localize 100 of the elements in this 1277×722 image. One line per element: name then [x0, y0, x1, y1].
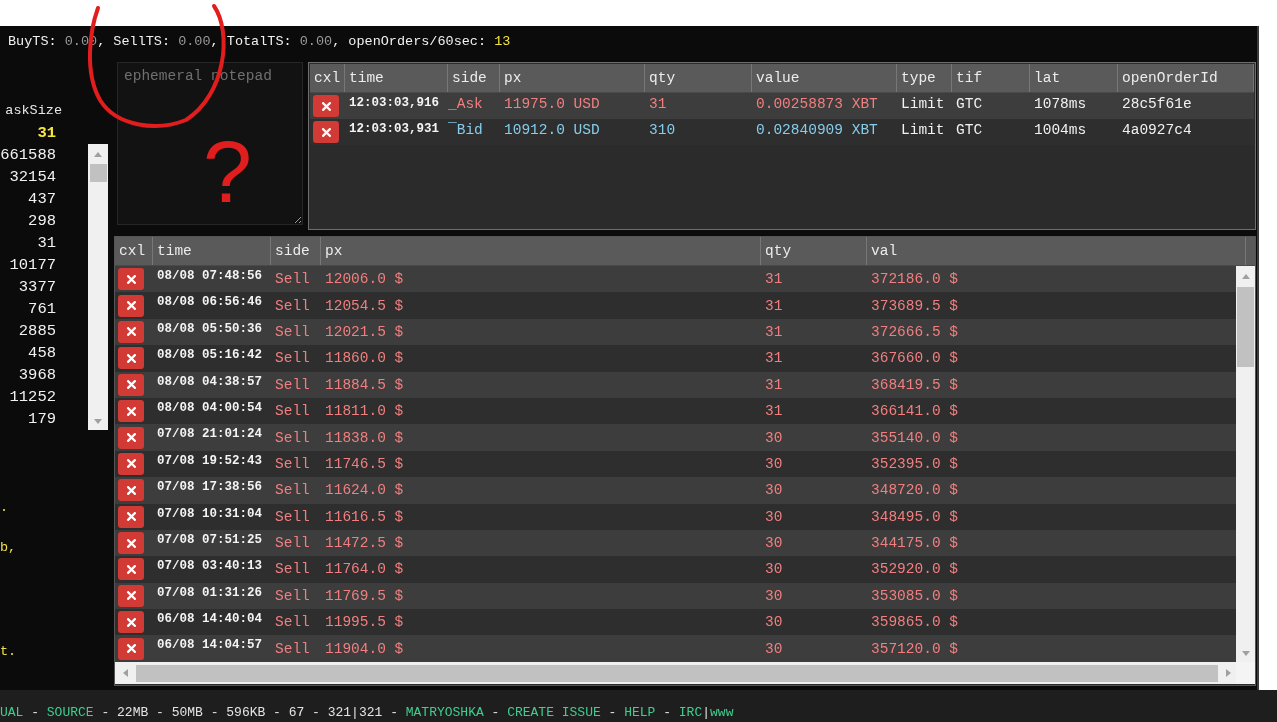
price-cell-text: 11616.5 $: [324, 508, 405, 525]
cancel-button[interactable]: [118, 426, 144, 449]
side-cell-text: Sell: [274, 614, 311, 631]
time-cell-text: 07/08 10:31:04: [156, 505, 264, 521]
order-id-cell-text: 28c5f61e: [1121, 95, 1193, 112]
cancel-button[interactable]: [118, 452, 144, 475]
value-cell-text: 367660.0 $: [870, 350, 959, 367]
x-icon: [321, 127, 331, 137]
footer-link[interactable]: UAL: [0, 705, 24, 720]
x-icon: [126, 353, 136, 363]
ask-size-value: 2885: [17, 321, 57, 342]
time-cell-text: 08/08 07:48:56: [156, 268, 264, 283]
vertical-scrollbar[interactable]: [1236, 266, 1255, 662]
side-cell-text: Sell: [274, 587, 311, 604]
quantity-cell-text: 310: [648, 121, 677, 138]
x-icon: [126, 538, 136, 548]
ask-size-value: 3968: [17, 365, 57, 386]
vertical-scrollbar[interactable]: [88, 144, 108, 430]
price-cell-text: 10912.0 USD: [503, 121, 601, 138]
time-cell-text: 07/08 01:31:26: [156, 584, 264, 600]
cancel-button[interactable]: [118, 294, 144, 317]
footer-link[interactable]: MATRYOSHKA: [405, 705, 484, 720]
price-cell-text: 12021.5 $: [324, 323, 405, 340]
value-cell-text: 368419.5 $: [870, 376, 959, 393]
scrollbar-thumb[interactable]: [1237, 287, 1254, 367]
column-header: tif: [952, 64, 1030, 92]
footer-link[interactable]: HELP: [624, 705, 656, 720]
cancel-button[interactable]: [118, 373, 144, 396]
footer-link[interactable]: IRC: [678, 705, 703, 720]
value-cell-text: 357120.0 $: [870, 640, 959, 657]
quantity-cell-text: 30: [764, 482, 784, 499]
cancel-button[interactable]: [118, 584, 144, 607]
cancel-button[interactable]: [118, 400, 144, 423]
footer-separator: -: [272, 705, 282, 720]
side-cell-text: Sell: [274, 482, 311, 499]
cancel-button[interactable]: [313, 121, 339, 143]
x-icon: [126, 301, 136, 311]
ask-size-value: 761: [27, 299, 57, 320]
separator-text: ,: [210, 34, 219, 49]
price-cell-text: 11746.5 $: [324, 455, 405, 472]
ask-size-value: 31: [36, 233, 57, 254]
cancel-button[interactable]: [118, 558, 144, 581]
quantity-cell-text: 30: [764, 587, 784, 604]
scrollbar-thumb[interactable]: [89, 164, 107, 182]
cancel-button[interactable]: [118, 532, 144, 555]
quantity-cell-text: 31: [764, 403, 784, 420]
cancel-button[interactable]: [118, 637, 144, 660]
column-header: askSize: [4, 102, 62, 120]
x-icon: [126, 274, 136, 284]
horizontal-scrollbar[interactable]: [115, 662, 1236, 684]
time-cell-text: 12:03:03,931: [348, 121, 440, 136]
stat-label: BuyTS:: [8, 34, 57, 49]
x-icon: [126, 433, 136, 443]
side-cell-text: Sell: [274, 323, 311, 340]
x-icon: [126, 617, 136, 627]
cancel-button[interactable]: [118, 268, 144, 291]
time-cell-text: 08/08 04:00:54: [156, 399, 264, 415]
time-cell-text: 08/08 06:56:46: [156, 294, 264, 310]
column-header: cxl: [115, 237, 153, 265]
time-cell-text: 07/08 03:40:13: [156, 558, 264, 574]
side-cell-text: Sell: [274, 561, 311, 578]
ask-size-value: 298: [27, 211, 57, 232]
footer-link[interactable]: SOURCE: [46, 705, 94, 720]
cancel-button[interactable]: [313, 95, 339, 117]
type-cell-text: Limit: [900, 95, 946, 112]
scrollbar-thumb[interactable]: [136, 664, 1218, 682]
x-icon: [321, 101, 331, 111]
x-icon: [126, 591, 136, 601]
x-icon: [126, 406, 136, 416]
price-cell-text: 11995.5 $: [324, 614, 405, 631]
quantity-cell-text: 31: [764, 271, 784, 288]
quantity-cell-text: 30: [764, 561, 784, 578]
cancel-button[interactable]: [118, 320, 144, 343]
tif-cell-text: GTC: [955, 95, 984, 112]
side-cell-text: Sell: [274, 376, 311, 393]
cancel-button[interactable]: [118, 611, 144, 634]
column-header: px: [500, 64, 645, 92]
price-cell-text: 11472.5 $: [324, 535, 405, 552]
cancel-button[interactable]: [118, 505, 144, 528]
price-cell-text: 11860.0 $: [324, 350, 405, 367]
quantity-cell-text: 30: [764, 508, 784, 525]
column-header: qty: [645, 64, 752, 92]
x-icon: [126, 565, 136, 574]
stat-value: 13: [494, 34, 511, 49]
value-cell-text: 355140.0 $: [870, 429, 959, 446]
footer-separator: -: [490, 705, 501, 720]
cancel-button[interactable]: [118, 347, 144, 370]
quantity-cell-text: 30: [764, 535, 784, 552]
x-icon: [126, 459, 136, 469]
cancel-button[interactable]: [118, 479, 144, 502]
value-cell-text: 366141.0 $: [870, 403, 959, 420]
price-cell-text: 11624.0 $: [324, 482, 405, 499]
quantity-cell-text: 31: [648, 95, 668, 112]
ask-size-value: 32154: [8, 167, 57, 188]
ask-size-value: 10177: [8, 255, 57, 276]
note-text: .: [0, 499, 9, 517]
footer-link[interactable]: www: [710, 705, 734, 720]
footer-separator: -: [100, 705, 111, 720]
footer-link[interactable]: CREATE ISSUE: [507, 705, 601, 720]
time-cell-text: 06/08 14:04:57: [156, 637, 264, 653]
